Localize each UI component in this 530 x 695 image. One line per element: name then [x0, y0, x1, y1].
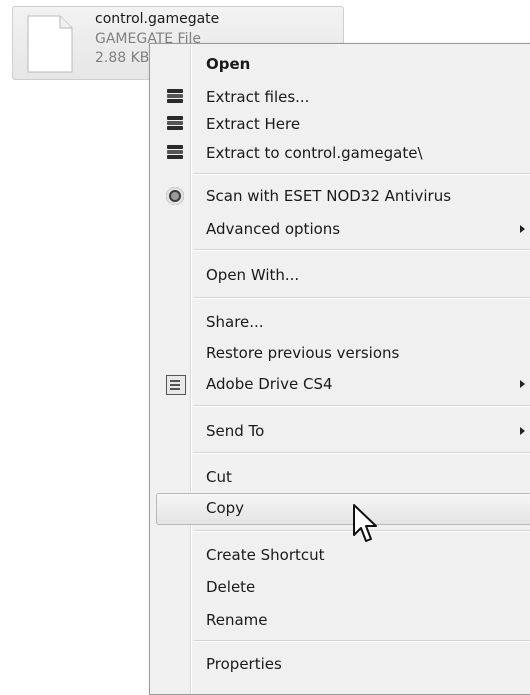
menu-item-rename[interactable]: Rename	[152, 605, 530, 635]
menu-separator	[193, 297, 530, 299]
menu-item-extract-to[interactable]: Extract to control.gamegate\	[152, 138, 530, 168]
menu-item-delete[interactable]: Delete	[152, 572, 530, 602]
menu-separator	[193, 173, 530, 175]
menu-item-share[interactable]: Share...	[152, 307, 530, 337]
menu-separator	[193, 640, 530, 642]
submenu-arrow-icon	[520, 427, 525, 435]
menu-item-advanced-options[interactable]: Advanced options	[152, 214, 530, 244]
menu-item-cut[interactable]: Cut	[152, 462, 530, 492]
menu-item-open-with[interactable]: Open With...	[152, 260, 530, 290]
archive-icon	[166, 88, 184, 106]
menu-item-extract-files[interactable]: Extract files...	[152, 82, 530, 112]
menu-item-label: Extract files...	[206, 88, 310, 106]
menu-item-label: Open With...	[206, 266, 300, 284]
menu-item-send-to[interactable]: Send To	[152, 416, 530, 446]
menu-item-label: Create Shortcut	[206, 546, 325, 564]
menu-item-label: Adobe Drive CS4	[206, 375, 333, 393]
menu-item-open[interactable]: Open	[152, 49, 530, 79]
context-menu: Open Extract files... Extract Here Extra…	[149, 43, 530, 695]
menu-separator	[193, 405, 530, 407]
menu-item-label: Share...	[206, 313, 264, 331]
menu-item-create-shortcut[interactable]: Create Shortcut	[152, 540, 530, 570]
submenu-arrow-icon	[520, 380, 525, 388]
menu-separator	[193, 249, 530, 251]
menu-item-label: Send To	[206, 422, 265, 440]
submenu-arrow-icon	[520, 225, 525, 233]
archive-icon	[166, 144, 184, 162]
menu-item-copy[interactable]: Copy	[156, 493, 530, 525]
menu-item-label: Rename	[206, 611, 268, 629]
menu-item-label: Open	[206, 55, 251, 73]
archive-icon	[166, 115, 184, 133]
menu-item-label: Restore previous versions	[206, 344, 400, 362]
mouse-cursor-icon	[353, 504, 377, 542]
menu-item-extract-here[interactable]: Extract Here	[152, 109, 530, 139]
eset-icon	[166, 187, 184, 205]
menu-item-label: Extract Here	[206, 115, 301, 133]
menu-item-label: Extract to control.gamegate\	[206, 144, 423, 162]
menu-item-properties[interactable]: Properties	[152, 649, 530, 679]
file-icon	[27, 15, 73, 73]
menu-item-scan[interactable]: Scan with ESET NOD32 Antivirus	[152, 181, 530, 211]
menu-item-label: Properties	[206, 655, 282, 673]
menu-item-label: Scan with ESET NOD32 Antivirus	[206, 187, 452, 205]
file-name: control.gamegate	[95, 11, 220, 27]
menu-item-label: Delete	[206, 578, 256, 596]
file-size: 2.88 KB	[95, 50, 150, 66]
menu-item-restore-previous-versions[interactable]: Restore previous versions	[152, 338, 530, 368]
menu-item-label: Copy	[206, 499, 245, 517]
adobe-drive-icon	[166, 375, 186, 395]
menu-item-label: Cut	[206, 468, 232, 486]
menu-item-label: Advanced options	[206, 220, 341, 238]
menu-separator	[193, 452, 530, 454]
menu-item-adobe-drive[interactable]: Adobe Drive CS4	[152, 369, 530, 399]
